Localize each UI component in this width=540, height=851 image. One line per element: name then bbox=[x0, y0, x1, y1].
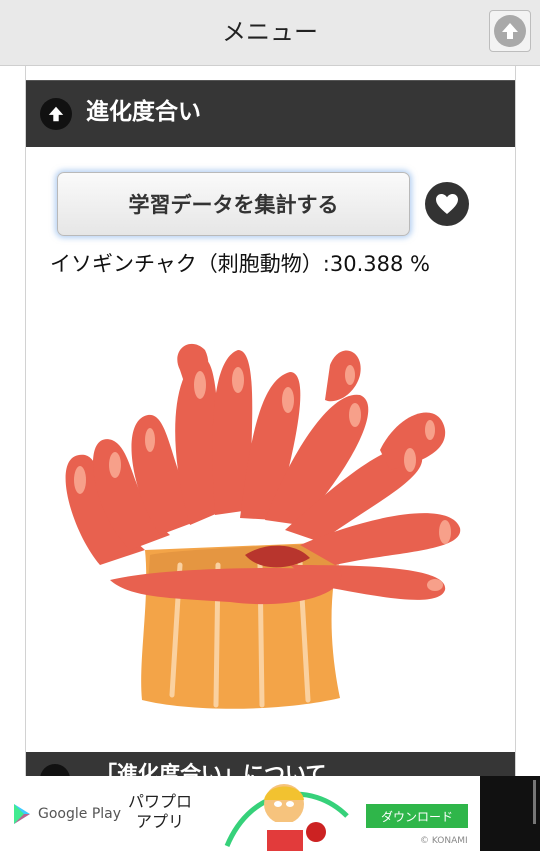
ad-download-button[interactable]: ダウンロード bbox=[366, 804, 468, 828]
ad-scrollbar bbox=[533, 780, 536, 824]
sea-anemone-illustration bbox=[50, 280, 490, 720]
play-store-icon bbox=[14, 804, 30, 824]
ad-character-image bbox=[224, 784, 349, 851]
evolution-result: イソギンチャク（刺胞動物）:30.388 % bbox=[50, 252, 430, 276]
google-play-label: Google Play bbox=[38, 806, 122, 822]
ad-app-name-line1: パワプロ bbox=[128, 792, 193, 811]
heart-icon bbox=[436, 194, 458, 214]
evolution-panel: 進化度合い 学習データを集計する イソギンチャク（刺胞動物）:30.388 % bbox=[25, 66, 516, 794]
ad-brand: © KONAMI bbox=[420, 836, 468, 846]
arrow-up-icon bbox=[494, 15, 526, 47]
collect-data-button[interactable]: 学習データを集計する bbox=[57, 172, 410, 236]
ad-app-name-line2: アプリ bbox=[136, 812, 185, 831]
top-bar: メニュー bbox=[0, 0, 540, 66]
scroll-to-top-button[interactable] bbox=[489, 10, 531, 52]
menu-title[interactable]: メニュー bbox=[0, 0, 540, 66]
advertisement-banner[interactable]: Google Play パワプロ アプリ ダウンロード © KONAMI bbox=[0, 776, 540, 851]
section-header: 進化度合い bbox=[26, 80, 515, 147]
google-play-badge[interactable]: Google Play bbox=[12, 803, 121, 825]
ad-side-panel bbox=[480, 776, 540, 851]
section-title: 進化度合い bbox=[86, 99, 201, 125]
ad-app-name: パワプロ アプリ bbox=[128, 792, 192, 832]
favorite-button[interactable] bbox=[425, 182, 469, 226]
arrow-up-icon bbox=[40, 98, 72, 130]
